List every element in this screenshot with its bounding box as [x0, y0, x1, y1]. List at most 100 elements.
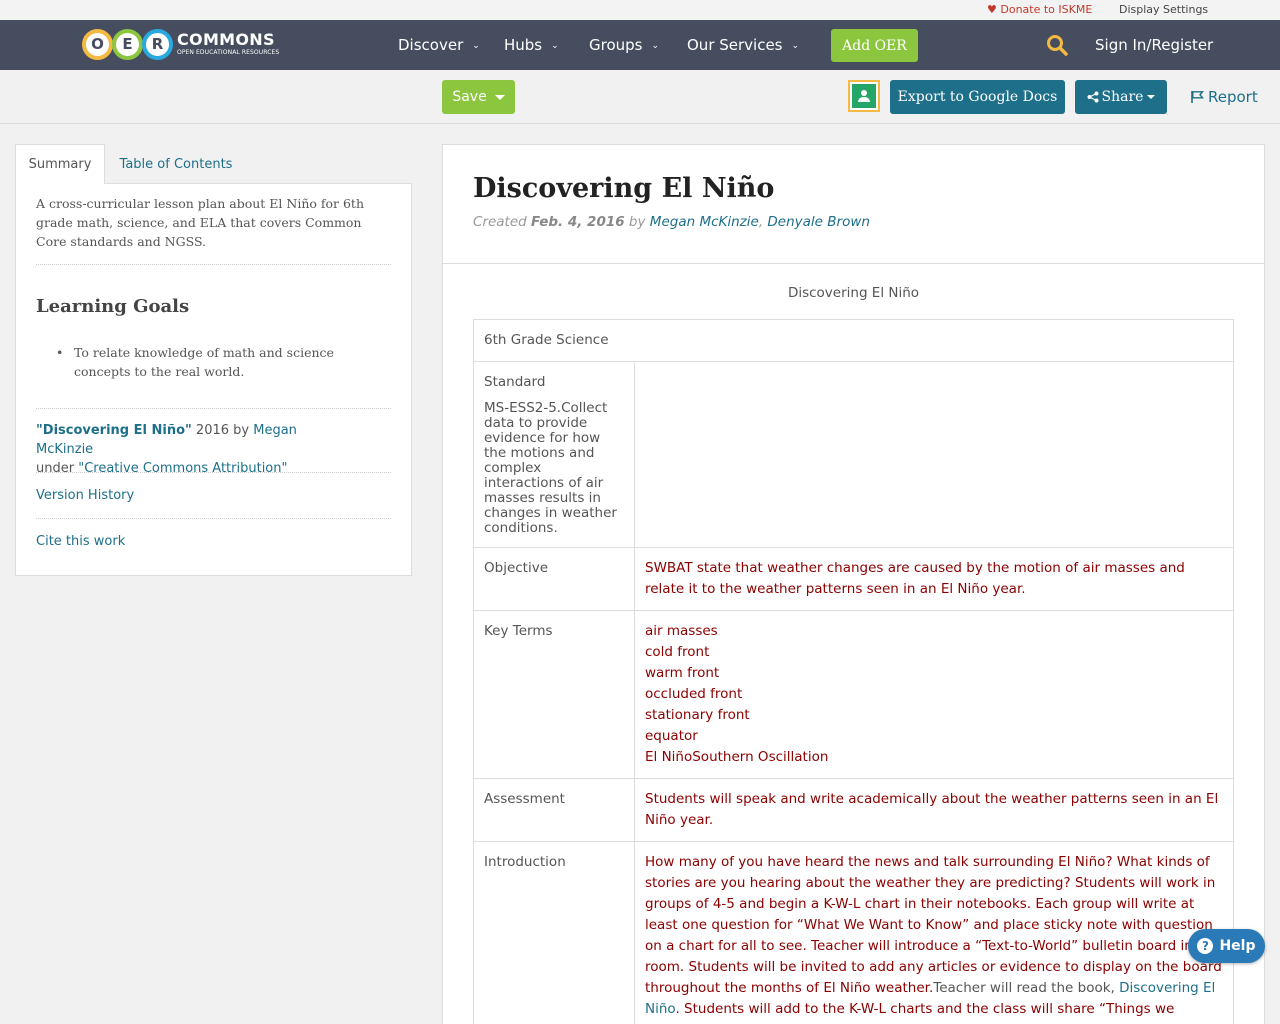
key-term: cold front	[645, 644, 710, 660]
question-icon: ?	[1197, 938, 1214, 954]
chevron-down-icon: ⌄	[472, 41, 480, 51]
standard-label: Standard	[484, 374, 546, 390]
key-term: equator	[645, 728, 698, 744]
assessment-label: Assessment	[473, 778, 635, 842]
learning-goal-text: To relate knowledge of math and science …	[74, 345, 334, 379]
key-term: warm front	[645, 665, 720, 681]
tab-table-of-contents[interactable]: Table of Contents	[105, 144, 247, 184]
action-bar: Save Export to Google Docs Share Report	[0, 70, 1280, 124]
meta-created-label: Created	[473, 214, 532, 230]
attribution-year: 2016 by	[191, 423, 254, 438]
logo-main-text: COMMONS	[177, 30, 275, 49]
utility-bar: ♥ Donate to ISKME Display Settings	[0, 0, 1280, 20]
attribution-under: under	[36, 461, 79, 476]
share-label: Share	[1101, 89, 1144, 105]
intro-paragraph: How many of you have heard the news and …	[645, 854, 1222, 996]
learning-goal-item: • To relate knowledge of math and scienc…	[56, 343, 366, 381]
table-row: Key Terms air masses cold front warm fro…	[473, 610, 1234, 779]
objective-label: Objective	[473, 547, 635, 611]
share-button[interactable]: Share	[1075, 80, 1167, 114]
heart-icon: ♥	[987, 3, 997, 16]
google-classroom-icon[interactable]	[848, 80, 880, 112]
display-settings-link[interactable]: Display Settings	[1119, 3, 1208, 16]
divider	[36, 472, 391, 473]
help-button[interactable]: ? Help	[1188, 929, 1265, 963]
table-row: Standard MS-ESS2-5.Collect data to provi…	[473, 361, 1234, 548]
license-link[interactable]: "Creative Commons Attribution"	[78, 461, 287, 476]
author-link[interactable]: Megan McKinzie	[650, 214, 759, 230]
chevron-down-icon: ⌄	[651, 41, 660, 51]
divider	[36, 408, 391, 409]
standard-text: MS-ESS2-5.Collect data to provide eviden…	[484, 400, 617, 536]
nav-groups[interactable]: Groups ⌄	[589, 36, 659, 54]
classroom-board-icon	[852, 84, 876, 108]
flag-icon	[1191, 91, 1204, 103]
objective-text: SWBAT state that weather changes are cau…	[634, 547, 1234, 611]
save-label: Save	[452, 89, 487, 105]
summary-panel: A cross-curricular lesson plan about El …	[15, 184, 412, 576]
key-term: El NiñoSouthern Oscillation	[645, 749, 829, 765]
divider	[36, 518, 391, 519]
nav-discover-label: Discover	[398, 36, 464, 54]
introduction-text: How many of you have heard the news and …	[634, 841, 1234, 1024]
oer-commons-logo[interactable]: O E R COMMONS OPEN EDUCATIONAL RESOURCES	[82, 26, 279, 62]
resource-content: Discovering El Niño Created Feb. 4, 2016…	[442, 144, 1265, 1024]
nav-groups-label: Groups	[589, 36, 643, 54]
logo-text: COMMONS OPEN EDUCATIONAL RESOURCES	[177, 32, 279, 56]
sign-in-register-link[interactable]: Sign In/Register	[1095, 36, 1213, 54]
logo-letter-r: R	[142, 28, 173, 60]
grade-cell: 6th Grade Science	[473, 319, 1234, 362]
bullet-icon: •	[56, 345, 64, 360]
introduction-label: Introduction	[473, 841, 635, 1024]
resource-meta: Created Feb. 4, 2016 by Megan McKinzie, …	[473, 214, 870, 230]
share-icon	[1087, 91, 1099, 103]
sidebar-tabs: Summary Table of Contents	[15, 144, 412, 185]
chevron-down-icon: ⌄	[791, 41, 800, 51]
export-to-google-docs-button[interactable]: Export to Google Docs	[890, 80, 1065, 114]
logo-letter-e: E	[112, 28, 143, 60]
key-term: occluded front	[645, 686, 743, 702]
version-history-link[interactable]: Version History	[36, 488, 134, 503]
main-navbar: O E R COMMONS OPEN EDUCATIONAL RESOURCES…	[0, 20, 1280, 70]
lesson-plan-table: 6th Grade Science Standard MS-ESS2-5.Col…	[473, 319, 1234, 1024]
logo-letter-o: O	[82, 28, 113, 60]
nav-hubs-label: Hubs	[504, 36, 543, 54]
cite-this-work-link[interactable]: Cite this work	[36, 534, 125, 549]
assessment-text: Students will speak and write academical…	[634, 778, 1234, 842]
nav-our-services[interactable]: Our Services ⌄	[687, 36, 799, 54]
learning-goals-heading: Learning Goals	[36, 296, 190, 317]
report-link[interactable]: Report	[1190, 88, 1258, 106]
caret-down-icon	[1147, 95, 1156, 99]
divider	[36, 264, 391, 265]
standard-cell: Standard MS-ESS2-5.Collect data to provi…	[473, 361, 635, 548]
key-term: stationary front	[645, 707, 750, 723]
standard-value-cell	[634, 361, 1234, 548]
page-title: Discovering El Niño	[473, 173, 775, 204]
table-row: Objective SWBAT state that weather chang…	[473, 547, 1234, 611]
tab-summary[interactable]: Summary	[15, 144, 105, 185]
author-link[interactable]: Denyale Brown	[767, 214, 870, 230]
table-row: Introduction How many of you have heard …	[473, 841, 1234, 1024]
search-icon[interactable]	[1046, 34, 1068, 56]
save-button[interactable]: Save	[442, 80, 515, 114]
nav-discover[interactable]: Discover ⌄	[398, 36, 480, 54]
help-label: Help	[1219, 938, 1256, 954]
divider	[443, 263, 1264, 264]
donate-label: Donate to ISKME	[1000, 3, 1093, 16]
key-term: air masses	[645, 623, 718, 639]
document-title: Discovering El Niño	[787, 285, 920, 301]
report-label: Report	[1208, 88, 1258, 106]
caret-down-icon	[494, 94, 505, 100]
table-row: 6th Grade Science	[473, 319, 1234, 362]
intro-paragraph: Teacher will read the book,	[933, 980, 1120, 996]
logo-sub-text: OPEN EDUCATIONAL RESOURCES	[177, 49, 280, 56]
donate-link[interactable]: ♥ Donate to ISKME	[987, 3, 1092, 16]
add-oer-button[interactable]: Add OER	[831, 29, 918, 62]
summary-sidebar: Summary Table of Contents A cross-curric…	[15, 144, 412, 576]
key-terms-label: Key Terms	[473, 610, 635, 779]
meta-by-label: by	[624, 214, 650, 230]
attribution-title-link[interactable]: "Discovering El Niño"	[36, 423, 192, 438]
nav-hubs[interactable]: Hubs ⌄	[504, 36, 559, 54]
intro-paragraph: . Students will add to the K-W-L charts …	[645, 1001, 1175, 1024]
meta-date: Feb. 4, 2016	[531, 214, 625, 230]
